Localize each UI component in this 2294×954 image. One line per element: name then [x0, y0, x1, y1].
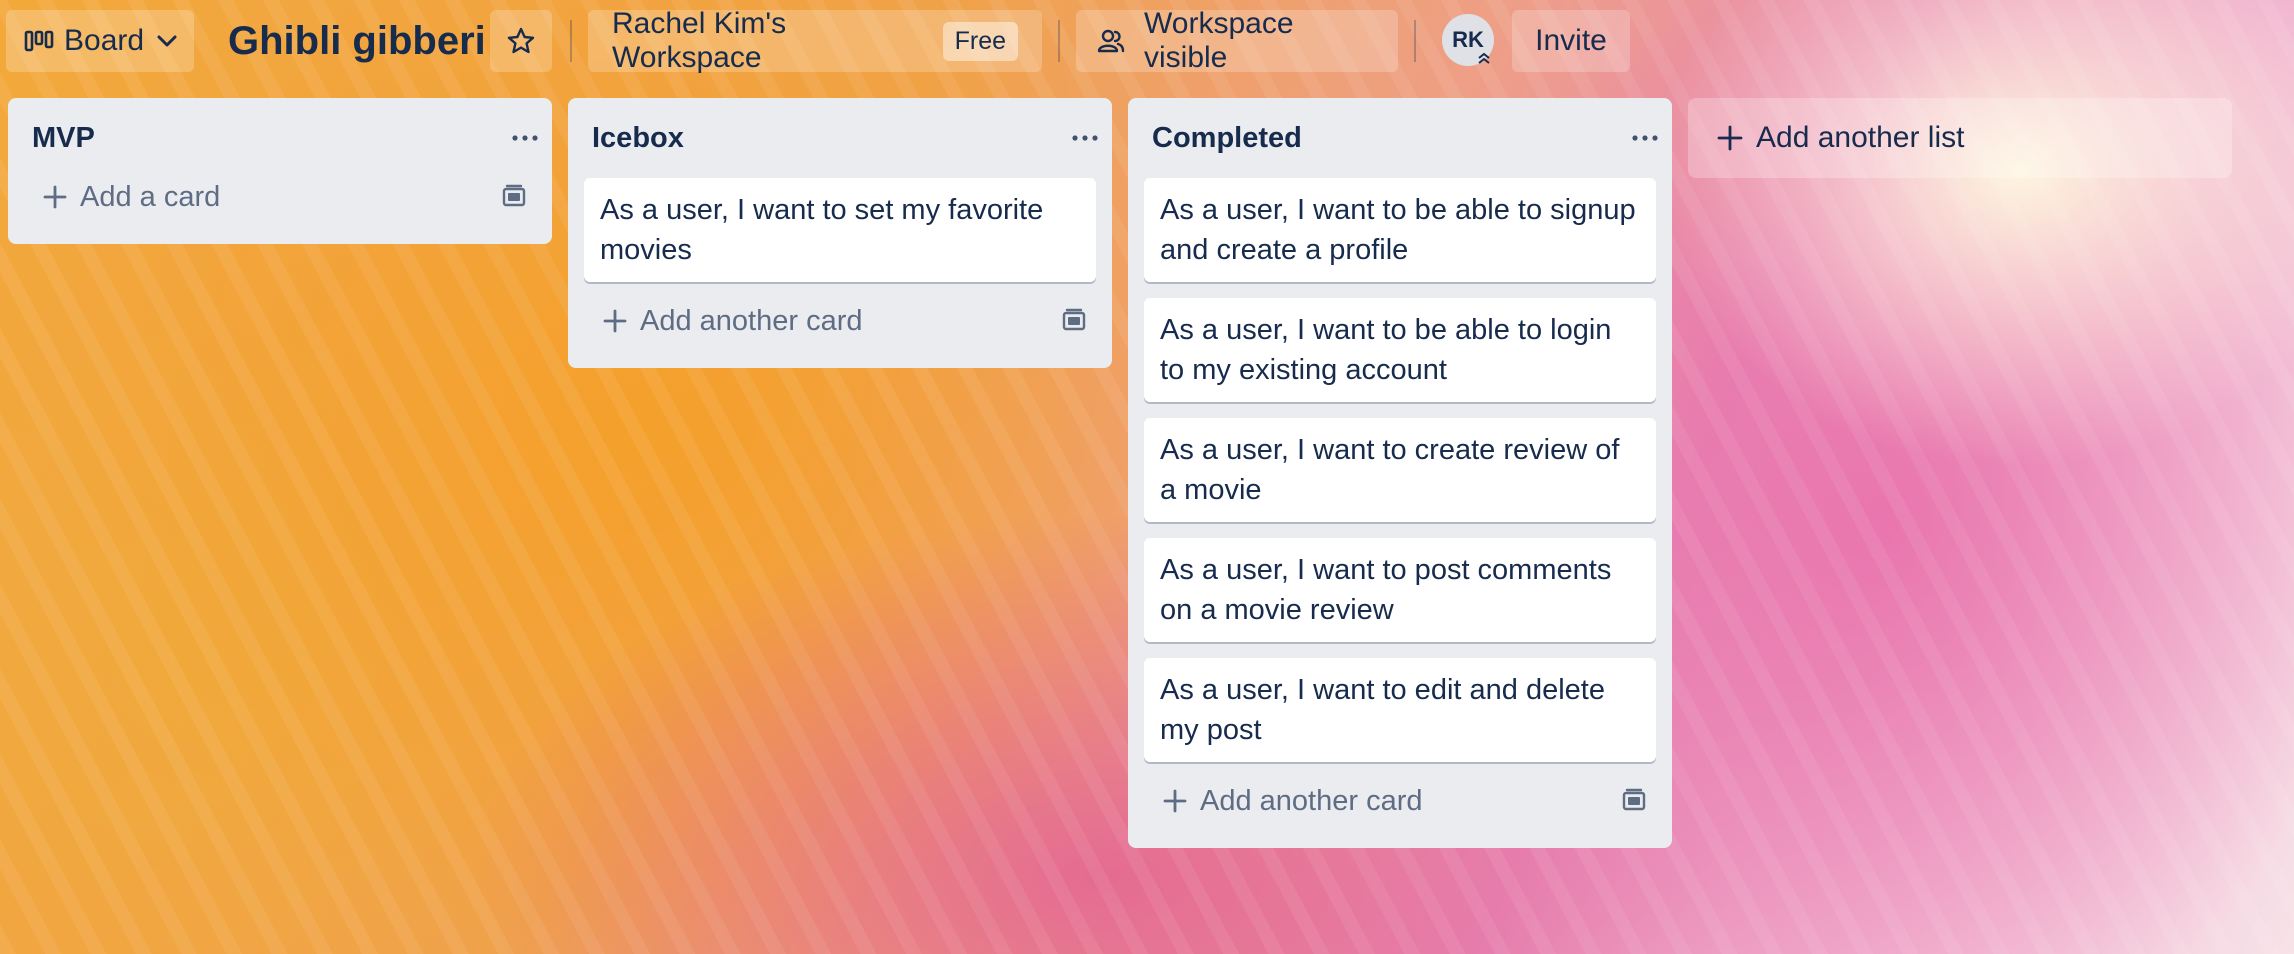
list-footer: Add a card: [24, 166, 536, 228]
view-label: Board: [64, 24, 145, 57]
board-icon: [24, 29, 54, 53]
card-list: As a user, I want to set my favorite mov…: [584, 178, 1096, 282]
list-footer: Add another card: [584, 290, 1096, 352]
card[interactable]: As a user, I want to be able to signup a…: [1144, 178, 1656, 282]
header-divider: [1058, 20, 1060, 62]
invite-button[interactable]: Invite: [1512, 10, 1630, 72]
card-template-icon[interactable]: [1620, 787, 1648, 815]
more-horizontal-icon[interactable]: [1622, 118, 1668, 158]
add-card-label: Add another card: [1200, 784, 1423, 817]
plan-badge: Free: [942, 21, 1018, 61]
avatar[interactable]: RK: [1442, 14, 1494, 66]
add-card-button[interactable]: Add a card: [42, 181, 220, 214]
more-horizontal-icon[interactable]: [502, 118, 548, 158]
card[interactable]: As a user, I want to be able to login to…: [1144, 298, 1656, 402]
people-icon: [1096, 27, 1126, 55]
list-title[interactable]: Completed: [1152, 122, 1302, 155]
add-card-button[interactable]: Add another card: [1162, 785, 1422, 818]
admin-chevron-icon: [1476, 50, 1492, 66]
list-header: Completed: [1128, 98, 1672, 178]
plus-icon: [42, 184, 68, 210]
header-divider: [1414, 20, 1416, 62]
visibility-label: Workspace visible: [1144, 7, 1294, 74]
list-mvp: MVP Add a card: [8, 98, 552, 244]
star-button[interactable]: [490, 10, 552, 72]
chevron-down-icon: [154, 28, 180, 54]
card[interactable]: As a user, I want to edit and delete my …: [1144, 658, 1656, 762]
add-card-label: Add a card: [80, 180, 221, 213]
add-list-label: Add another list: [1756, 121, 1965, 154]
list-footer: Add another card: [1144, 770, 1656, 832]
board-title[interactable]: Ghibli gibberi: [228, 10, 486, 72]
list-header: Icebox: [568, 98, 1112, 178]
card[interactable]: As a user, I want to set my favorite mov…: [584, 178, 1096, 282]
list-title[interactable]: MVP: [32, 122, 95, 155]
view-switcher-button[interactable]: Board: [6, 10, 194, 72]
plus-icon: [1162, 788, 1188, 814]
plus-icon: [602, 308, 628, 334]
add-card-label: Add another card: [640, 304, 863, 337]
visibility-button[interactable]: Workspace visible: [1076, 7, 1398, 74]
workspace-name: Rachel Kim's Workspace: [612, 7, 787, 74]
board-header: Board Ghibli gibberi Rachel Kim's Worksp…: [0, 0, 2294, 84]
card[interactable]: As a user, I want to create review of a …: [1144, 418, 1656, 522]
plus-icon: [1716, 124, 1744, 152]
card-list: As a user, I want to be able to signup a…: [1144, 178, 1656, 762]
add-list-button[interactable]: Add another list: [1688, 98, 2232, 178]
more-horizontal-icon[interactable]: [1062, 118, 1108, 158]
list-title[interactable]: Icebox: [592, 122, 684, 155]
workspace-button[interactable]: Rachel Kim's Workspace Free: [588, 7, 1042, 74]
card-template-icon[interactable]: [1060, 307, 1088, 335]
header-divider: [570, 20, 572, 62]
add-card-button[interactable]: Add another card: [602, 305, 862, 338]
star-icon: [506, 26, 536, 56]
card[interactable]: As a user, I want to post comments on a …: [1144, 538, 1656, 642]
list-icebox: Icebox As a user, I want to set my favor…: [568, 98, 1112, 368]
card-template-icon[interactable]: [500, 183, 528, 211]
list-completed: Completed As a user, I want to be able t…: [1128, 98, 1672, 848]
